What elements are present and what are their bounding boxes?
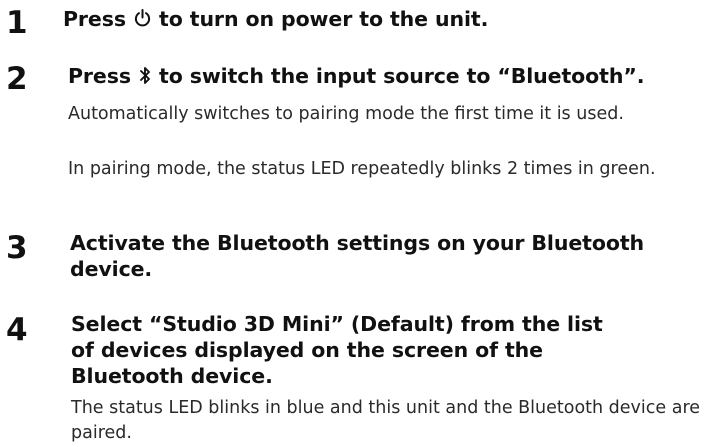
step-note: The status LED blinks in blue and this u… [71, 398, 701, 443]
step-heading: Press to switch the input source to “Blu… [68, 64, 645, 88]
step-heading: Select “Studio 3D Mini” (Default) from t… [71, 312, 603, 388]
step-heading: Press to turn on power to the unit. [63, 7, 489, 31]
step-number: 2 [6, 61, 28, 97]
step-number: 3 [6, 230, 28, 266]
power-icon [134, 9, 151, 28]
step-number: 1 [6, 5, 28, 41]
step-number: 4 [6, 312, 28, 348]
bluetooth-icon [139, 66, 151, 85]
step-heading: Activate the Bluetooth settings on your … [70, 231, 645, 281]
step-note: In pairing mode, the status LED repeated… [68, 159, 656, 179]
step-note: Automatically switches to pairing mode t… [68, 104, 624, 124]
